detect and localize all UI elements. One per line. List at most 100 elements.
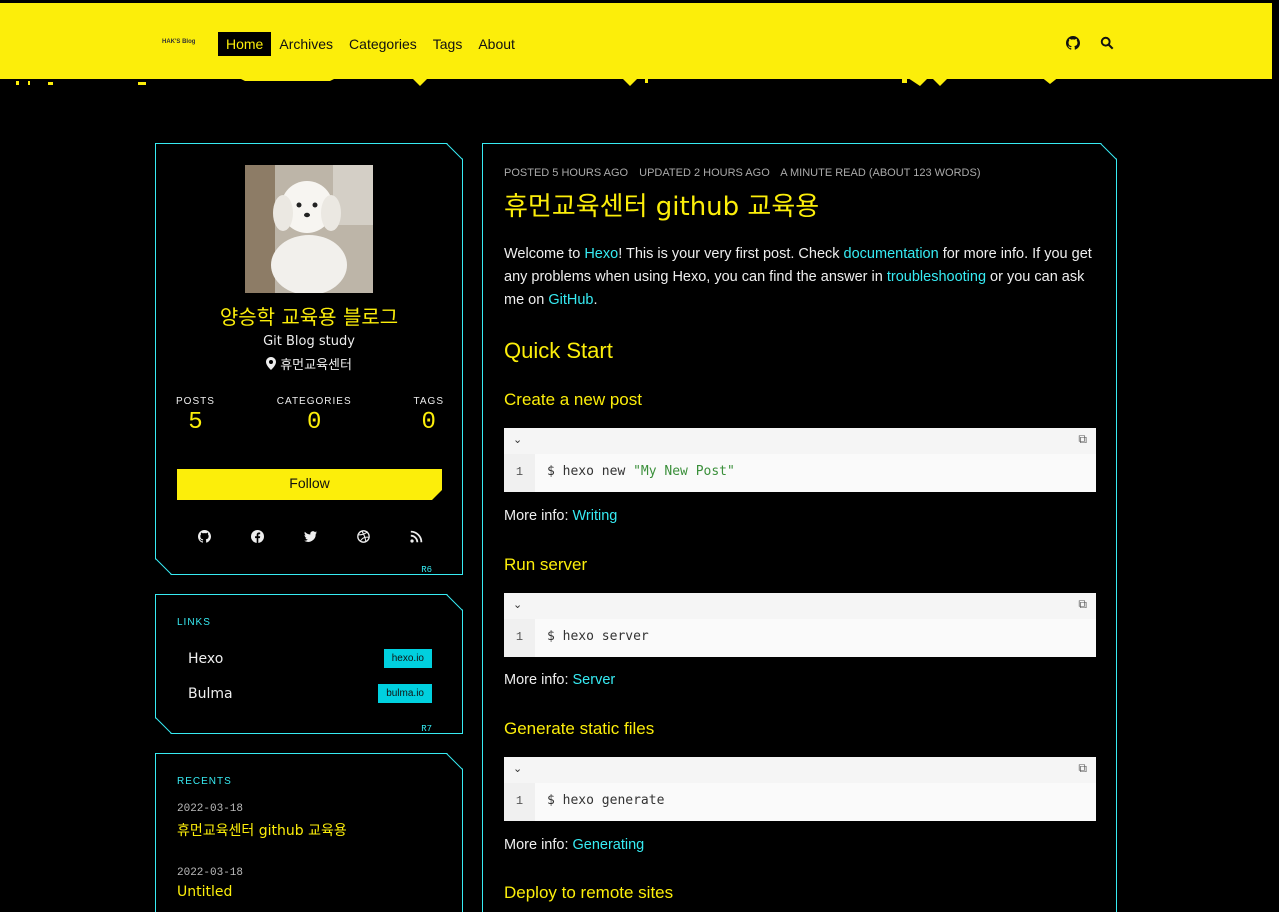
location-text: 휴먼교육센터 xyxy=(280,358,352,373)
navbar-bottom-decoration xyxy=(0,76,1272,86)
follow-button[interactable]: Follow xyxy=(177,469,442,500)
code-line: $ hexo generate xyxy=(535,783,1096,821)
link-item-hexo[interactable]: Hexo hexo.io xyxy=(188,649,432,668)
code-block: ⌄ ⧉ 1 $ hexo server xyxy=(504,593,1096,657)
stat-label: TAGS xyxy=(413,396,444,407)
post-meta: POSTED 5 HOURS AGO UPDATED 2 HOURS AGO A… xyxy=(504,167,989,179)
rss-icon[interactable] xyxy=(408,530,424,546)
line-number: 1 xyxy=(504,619,535,657)
nav-item-home[interactable]: Home xyxy=(218,32,272,56)
github-icon[interactable] xyxy=(196,530,212,546)
card-tag: R7 xyxy=(421,724,432,734)
code-command: $ hexo server xyxy=(547,629,649,644)
profile-stats: POSTS 5 CATEGORIES 0 TAGS 0 xyxy=(176,396,444,436)
more-info-text: More info: xyxy=(504,672,573,688)
copy-icon[interactable]: ⧉ xyxy=(1078,597,1087,612)
documentation-link[interactable]: documentation xyxy=(844,246,939,262)
more-info-text: More info: xyxy=(504,837,573,853)
code-line: $ hexo server xyxy=(535,619,1096,657)
nav-item-archives[interactable]: Archives xyxy=(271,32,341,56)
troubleshooting-link[interactable]: troubleshooting xyxy=(887,269,986,285)
recent-date: 2022-03-18 xyxy=(177,867,244,879)
generating-link[interactable]: Generating xyxy=(573,837,645,853)
heading-generate-static: Generate static files xyxy=(504,719,655,738)
recent-post-link[interactable]: 휴먼교육센터 github 교육용 xyxy=(177,820,347,840)
article-card: POSTED 5 HOURS AGO UPDATED 2 HOURS AGO A… xyxy=(482,143,1117,912)
stat-label: CATEGORIES xyxy=(276,396,352,407)
stat-value: 0 xyxy=(421,409,436,436)
link-name: Hexo xyxy=(188,650,224,667)
more-info: More info: Generating xyxy=(504,837,644,853)
search-icon[interactable] xyxy=(1100,36,1116,52)
profile-subtitle: Git Blog study xyxy=(263,334,355,349)
code-header: ⌄ ⧉ xyxy=(504,757,1096,783)
code-string: "My New Post" xyxy=(633,464,735,479)
heading-deploy: Deploy to remote sites xyxy=(504,883,674,902)
nav-item-about[interactable]: About xyxy=(470,32,523,56)
profile-card: 양승학 교육용 블로그 Git Blog study 휴먼교육센터 POSTS … xyxy=(155,143,463,575)
code-block: ⌄ ⧉ 1 $ hexo new "My New Post" xyxy=(504,428,1096,492)
chevron-down-icon[interactable]: ⌄ xyxy=(513,762,522,775)
intro-text: . xyxy=(593,292,598,308)
read-time: A MINUTE READ (ABOUT 123 WORDS) xyxy=(780,167,981,179)
more-info-text: More info: xyxy=(504,508,573,524)
server-link[interactable]: Server xyxy=(573,672,616,688)
line-number: 1 xyxy=(504,783,535,821)
link-tag: hexo.io xyxy=(384,649,432,668)
chevron-down-icon[interactable]: ⌄ xyxy=(513,598,522,611)
link-item-bulma[interactable]: Bulma bulma.io xyxy=(188,684,432,703)
updated-time: UPDATED 2 HOURS AGO xyxy=(639,167,770,179)
copy-icon[interactable]: ⧉ xyxy=(1078,432,1087,447)
stat-label: POSTS xyxy=(176,396,215,407)
social-links xyxy=(196,530,424,546)
brand-logo[interactable]: HAK'S Blog xyxy=(162,39,195,45)
link-tag: bulma.io xyxy=(378,684,432,703)
copy-icon[interactable]: ⧉ xyxy=(1078,761,1087,776)
intro-text: ! This is your very first post. Check xyxy=(618,246,844,262)
stat-value: 5 xyxy=(188,409,203,436)
recents-title: RECENTS xyxy=(177,776,232,787)
intro-paragraph: Welcome to Hexo! This is your very first… xyxy=(504,243,1094,312)
nav-item-categories[interactable]: Categories xyxy=(341,32,425,56)
stat-categories[interactable]: CATEGORIES 0 xyxy=(277,396,352,436)
writing-link[interactable]: Writing xyxy=(573,508,618,524)
facebook-icon[interactable] xyxy=(249,530,265,546)
stat-value: 0 xyxy=(307,409,322,436)
more-info: More info: Server xyxy=(504,672,615,688)
nav-icons xyxy=(1066,36,1116,52)
line-number: 1 xyxy=(504,454,535,492)
links-title: LINKS xyxy=(177,617,211,628)
recent-post-link[interactable]: Untitled xyxy=(177,884,232,900)
stat-posts[interactable]: POSTS 5 xyxy=(176,396,215,436)
dribbble-icon[interactable] xyxy=(355,530,371,546)
heading-create-post: Create a new post xyxy=(504,390,642,409)
code-body: 1 $ hexo generate xyxy=(504,783,1096,821)
hexo-link[interactable]: Hexo xyxy=(584,246,618,262)
recents-card: RECENTS 2022-03-18 휴먼교육센터 github 교육용 202… xyxy=(155,753,463,912)
nav-item-tags[interactable]: Tags xyxy=(425,32,471,56)
intro-text: Welcome to xyxy=(504,246,585,262)
post-title: 휴먼교육센터 github 교육용 xyxy=(504,192,820,222)
code-header: ⌄ ⧉ xyxy=(504,593,1096,619)
card-tag: R6 xyxy=(421,565,432,575)
nav-menu: Home Archives Categories Tags About xyxy=(218,32,523,56)
code-line: $ hexo new "My New Post" xyxy=(535,454,1096,492)
code-command: $ hexo new xyxy=(547,464,634,479)
top-navbar: HAK'S Blog Home Archives Categories Tags… xyxy=(0,3,1272,79)
code-body: 1 $ hexo new "My New Post" xyxy=(504,454,1096,492)
code-header: ⌄ ⧉ xyxy=(504,428,1096,454)
github-link[interactable]: GitHub xyxy=(548,292,593,308)
links-card: LINKS Hexo hexo.io Bulma bulma.io R7 xyxy=(155,594,463,734)
posted-time: POSTED 5 HOURS AGO xyxy=(504,167,629,179)
map-marker-icon xyxy=(266,358,280,373)
profile-location: 휴먼교육센터 xyxy=(156,354,462,373)
twitter-icon[interactable] xyxy=(302,530,318,546)
code-body: 1 $ hexo server xyxy=(504,619,1096,657)
code-block: ⌄ ⧉ 1 $ hexo generate xyxy=(504,757,1096,821)
more-info: More info: Writing xyxy=(504,508,617,524)
github-icon[interactable] xyxy=(1066,36,1082,52)
link-name: Bulma xyxy=(188,685,233,702)
chevron-down-icon[interactable]: ⌄ xyxy=(513,433,522,446)
stat-tags[interactable]: TAGS 0 xyxy=(414,396,444,436)
code-command: $ hexo generate xyxy=(547,793,665,808)
